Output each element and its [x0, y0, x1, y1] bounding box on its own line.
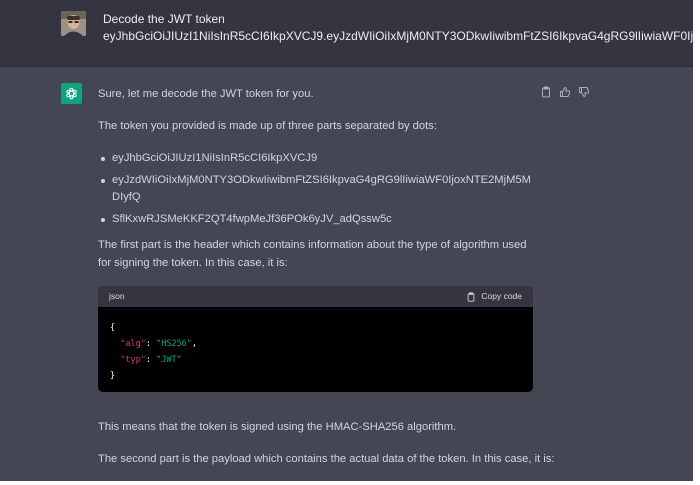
chat-window: Decode the JWT token eyJhbGciOiJIUzI1NiI…	[0, 0, 693, 481]
openai-logo-icon	[66, 87, 77, 100]
assistant-avatar	[61, 83, 82, 104]
parts-intro-text: The token you provided is made up of thr…	[98, 120, 437, 132]
clipboard-icon[interactable]	[540, 85, 552, 98]
list-item: eyJhbGciOiJIUzI1NiIsInR5cCI6IkpXVCJ9	[98, 150, 538, 168]
user-avatar	[61, 11, 86, 36]
clipboard-icon	[468, 291, 475, 302]
list-item: eyJzdWIiOiIxMjM0NTY3ODkwIiwibmFtZSI6Ikpv…	[98, 172, 538, 207]
code-key-alg: "alg"	[120, 339, 146, 349]
code-open-brace: {	[110, 323, 116, 333]
copy-code-label: Copy code	[481, 290, 522, 301]
token-parts-list: eyJhbGciOiJIUzI1NiIsInR5cCI6IkpXVCJ9 eyJ…	[98, 150, 538, 228]
message-actions	[540, 85, 590, 98]
thumbs-up-icon[interactable]	[559, 85, 571, 97]
thumbs-down-icon[interactable]	[578, 85, 590, 98]
code-value-typ: "JWT"	[156, 355, 182, 365]
user-message-text: Decode the JWT token eyJhbGciOiJIUzI1NiI…	[103, 11, 693, 45]
intro-text: Sure, let me decode the JWT token for yo…	[98, 88, 314, 100]
payload-description: The second part is the payload which con…	[98, 453, 555, 465]
code-content: { "alg": "HS256", "typ": "JWT" }	[110, 323, 198, 381]
user-message-line-2: eyJhbGciOiJIUzI1NiIsInR5cCI6IkpXVCJ9.eyJ…	[103, 29, 693, 43]
list-item: SflKxwRJSMeKKF2QT4fwpMeJf36POk6yJV_adQss…	[98, 211, 538, 229]
code-key-typ: "typ"	[120, 355, 146, 365]
user-message: Decode the JWT token eyJhbGciOiJIUzI1NiI…	[0, 0, 693, 67]
signed-description: This means that the token is signed usin…	[98, 421, 457, 433]
header-description: The first part is the header which conta…	[98, 239, 527, 269]
code-close-brace: }	[110, 371, 116, 381]
code-value-alg: "HS256"	[156, 339, 192, 349]
copy-code-button[interactable]: Copy code	[466, 288, 522, 306]
user-message-line-1: Decode the JWT token	[103, 12, 225, 26]
code-block-header: json Copy code	[98, 286, 533, 307]
code-block: json Copy code { "alg": "HS256", "typ": …	[98, 286, 533, 392]
code-language-label: json	[109, 290, 125, 301]
